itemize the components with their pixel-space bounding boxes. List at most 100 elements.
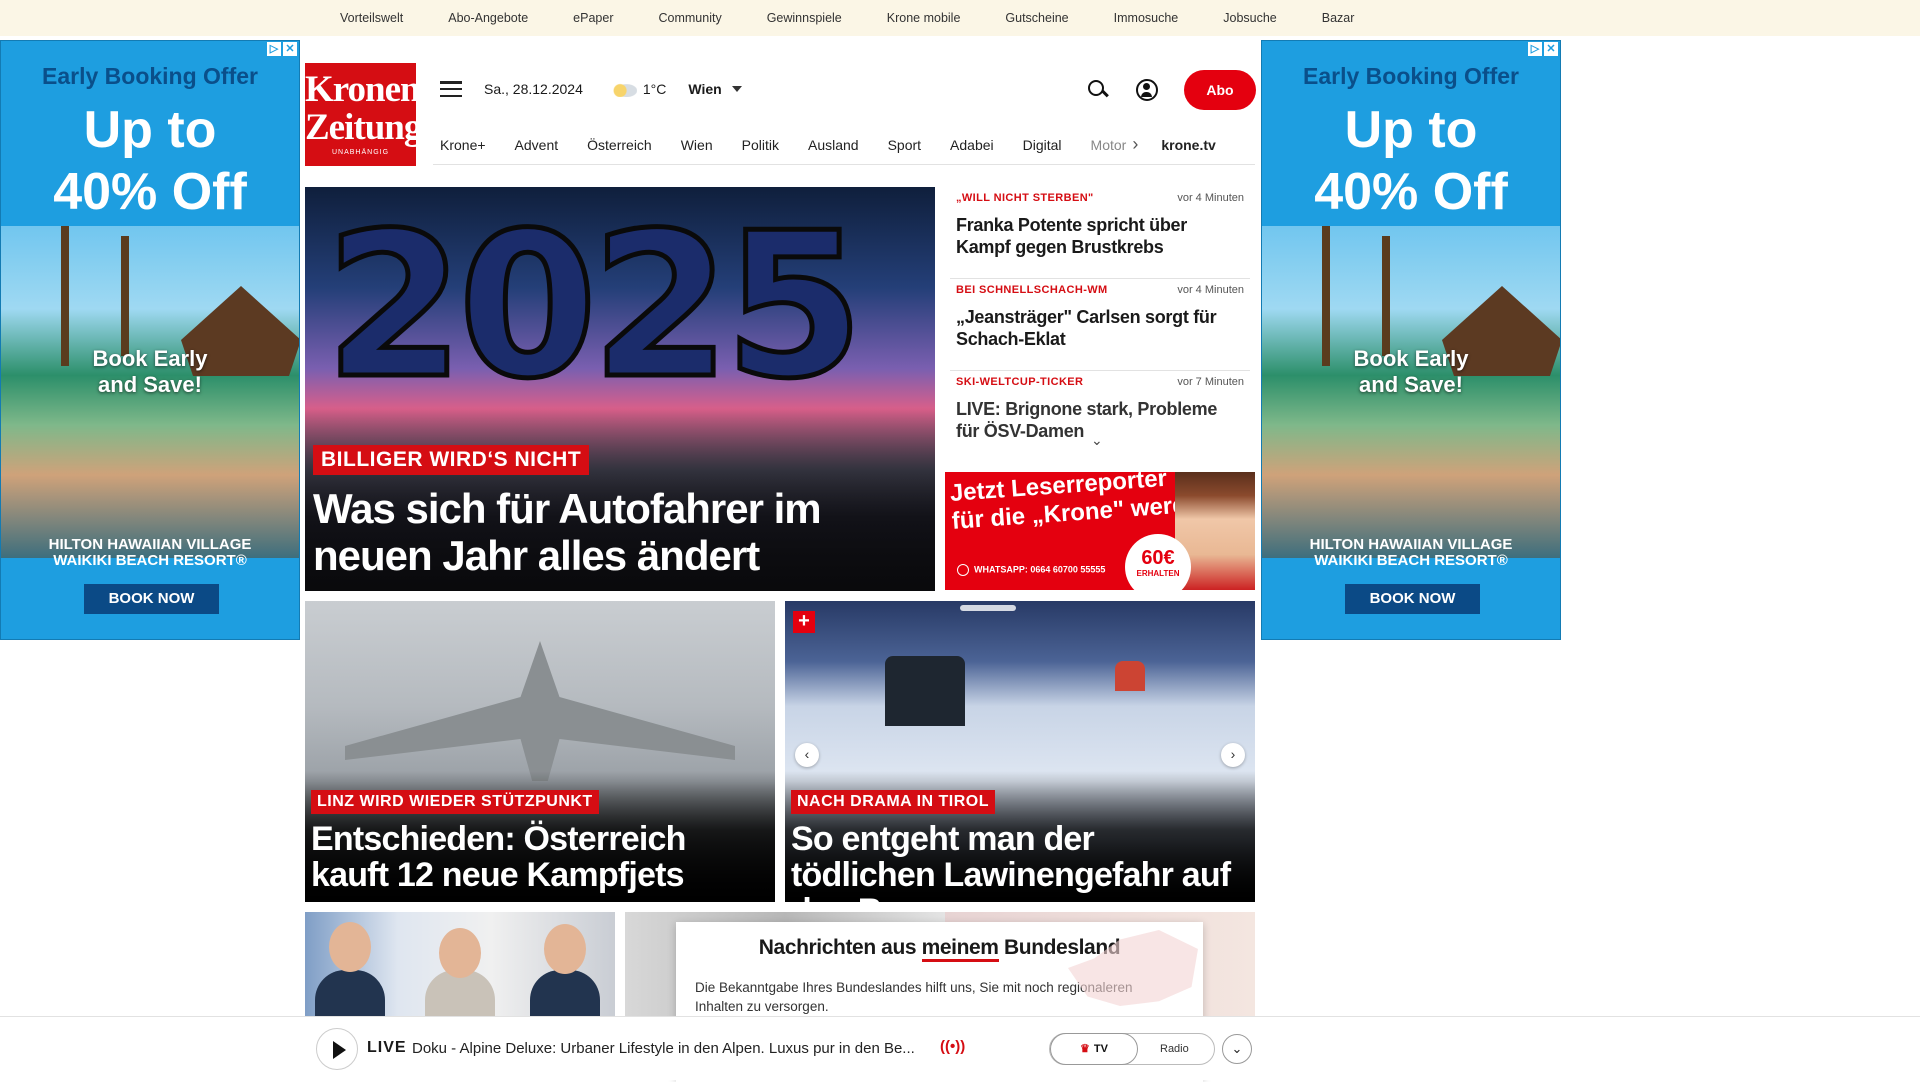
promo-amount-sub: ERHALTEN: [1136, 569, 1180, 578]
main-navigation: Krone+ Advent Österreich Wien Politik Au…: [433, 125, 1255, 165]
ad-close-icon[interactable]: ✕: [283, 42, 297, 56]
ticker-expand-icon[interactable]: ⌄: [1091, 432, 1103, 449]
ad-subline: Book Early and Save!: [1, 346, 299, 398]
nav-item-krone-tv[interactable]: krone.tv: [1161, 137, 1215, 153]
gallery-prev-icon[interactable]: ‹: [795, 743, 819, 767]
search-icon[interactable]: [1088, 80, 1108, 100]
promo-whatsapp-number: WHATSAPP: 0664 60700 55555: [974, 564, 1106, 575]
ad-subline-2: and Save!: [1359, 372, 1463, 397]
ad-subline-2: and Save!: [98, 372, 202, 397]
player-expand-icon[interactable]: ⌄: [1222, 1034, 1252, 1064]
utility-link-epaper[interactable]: ePaper: [573, 11, 613, 25]
card-headline[interactable]: Entschieden: Österreich kauft 12 neue Ka…: [311, 821, 766, 893]
ad-offer-line1: Up to: [1344, 101, 1478, 159]
nav-item-motor[interactable]: Motor: [1091, 137, 1127, 153]
ticker-item[interactable]: BEI SCHNELLSCHACH-WM vor 4 Minuten „Jean…: [950, 279, 1250, 371]
krone-plus-icon: +: [793, 611, 815, 633]
nav-item-oesterreich[interactable]: Österreich: [587, 137, 652, 153]
ad-info-icon[interactable]: ▷: [267, 42, 281, 56]
tv-tab[interactable]: ♛ TV: [1050, 1033, 1138, 1065]
article-card-kampfjets[interactable]: LINZ WIRD WIEDER STÜTZPUNKT Entschieden:…: [305, 601, 775, 902]
ad-skyscraper-left[interactable]: ▷ ✕ Early Booking Offer Up to 40% Off Bo…: [0, 40, 300, 640]
news-ticker: „WILL NICHT STERBEN" vor 4 Minuten Frank…: [950, 187, 1250, 453]
nav-item-ausland[interactable]: Ausland: [808, 137, 859, 153]
ad-choices[interactable]: ▷ ✕: [267, 42, 297, 56]
ticker-headline[interactable]: Franka Potente spricht über Kampf gegen …: [956, 214, 1244, 258]
ad-brand: HILTON HAWAIIAN VILLAGE WAIKIKI BEACH RE…: [1262, 537, 1560, 569]
nav-item-politik[interactable]: Politik: [742, 137, 779, 153]
ad-subline-1: Book Early: [1353, 346, 1469, 371]
utility-link-abo-angebote[interactable]: Abo-Angebote: [448, 11, 528, 25]
article-card-lawinen[interactable]: + ‹ › NACH DRAMA IN TIROL So entgeht man…: [785, 601, 1255, 902]
play-icon[interactable]: [316, 1028, 358, 1070]
temperature: 1°C: [642, 81, 667, 97]
palm-tree: [121, 236, 129, 356]
ad-skyscraper-right[interactable]: ▷ ✕ Early Booking Offer Up to 40% Off Bo…: [1261, 40, 1561, 640]
nav-item-adabei[interactable]: Adabei: [950, 137, 994, 153]
ad-headline: Early Booking Offer: [1303, 63, 1519, 89]
ad-brand-line2: WAIKIKI BEACH RESORT®: [53, 552, 247, 569]
ad-choices[interactable]: ▷ ✕: [1528, 42, 1558, 56]
utility-links: Vorteilswelt Abo-Angebote ePaper Communi…: [340, 0, 1920, 36]
leserreporter-promo[interactable]: Jetzt Leserreporter für die „Krone" werd…: [945, 472, 1255, 590]
ad-brand: HILTON HAWAIIAN VILLAGE WAIKIKI BEACH RE…: [1, 537, 299, 569]
gallery-indicator: [960, 605, 1016, 611]
nav-item-sport[interactable]: Sport: [888, 137, 921, 153]
bundesland-description: Die Bekanntgabe Ihres Bundeslandes hilft…: [695, 980, 1133, 1014]
promo-whatsapp: WHATSAPP: 0664 60700 55555: [957, 564, 1105, 576]
caret-down-icon[interactable]: [731, 86, 742, 92]
radio-tab[interactable]: Radio: [1160, 1034, 1189, 1064]
card-headline[interactable]: So entgeht man der tödlichen Lawinengefa…: [791, 821, 1246, 902]
hero-article[interactable]: 2025 BILLIGER WIRD‘S NICHT Was sich für …: [305, 187, 935, 591]
utility-link-gewinnspiele[interactable]: Gewinnspiele: [767, 11, 842, 25]
ad-info-icon[interactable]: ▷: [1528, 42, 1542, 56]
logo-line1: Kronen: [305, 69, 421, 110]
ad-offer-line1: Up to: [83, 101, 217, 159]
menu-icon[interactable]: [440, 81, 462, 97]
bundesland-title-em: meinem: [921, 936, 999, 962]
hero-headline[interactable]: Was sich für Autofahrer im neuen Jahr al…: [313, 485, 923, 579]
ad-book-now-button[interactable]: BOOK NOW: [1345, 584, 1480, 614]
palm-tree: [1382, 236, 1390, 356]
hero-image-text: 2025: [323, 190, 867, 423]
utility-link-community[interactable]: Community: [658, 11, 721, 25]
utility-link-immosuche[interactable]: Immosuche: [1114, 11, 1179, 25]
rescuers-image: [885, 656, 965, 726]
logo-line2: Zeitung: [305, 107, 422, 148]
ad-offer-line2: 40% Off: [1314, 163, 1508, 221]
person-face: [439, 928, 481, 978]
utility-link-gutscheine[interactable]: Gutscheine: [1005, 11, 1068, 25]
abo-button[interactable]: Abo: [1184, 70, 1256, 110]
palm-tree: [61, 226, 69, 366]
nav-item-advent[interactable]: Advent: [515, 137, 559, 153]
utility-link-jobsuche[interactable]: Jobsuche: [1223, 11, 1277, 25]
utility-link-bazar[interactable]: Bazar: [1322, 11, 1355, 25]
nav-scroll-right-icon[interactable]: ›: [1132, 134, 1138, 155]
rescuer-image: [1115, 661, 1145, 691]
card-kicker: NACH DRAMA IN TIROL: [791, 790, 995, 814]
nav-item-krone-plus[interactable]: Krone+: [440, 137, 486, 153]
city-selector[interactable]: Wien: [688, 81, 721, 97]
person-face: [544, 924, 586, 974]
nav-item-wien[interactable]: Wien: [681, 137, 713, 153]
nav-item-digital[interactable]: Digital: [1023, 137, 1062, 153]
gallery-next-icon[interactable]: ›: [1221, 743, 1245, 767]
person-face: [329, 922, 371, 972]
ticker-headline[interactable]: „Jeansträger" Carlsen sorgt für Schach-E…: [956, 306, 1244, 350]
palm-tree: [1322, 226, 1330, 366]
utility-link-vorteilswelt[interactable]: Vorteilswelt: [340, 11, 403, 25]
bundesland-title-pre: Nachrichten aus: [758, 936, 922, 959]
weather-widget[interactable]: 1°C: [610, 81, 667, 97]
user-account-icon[interactable]: [1136, 79, 1158, 101]
header-info-row: Sa., 28.12.2024 1°C Wien: [440, 71, 742, 107]
tv-radio-toggle[interactable]: ♛ TV Radio: [1049, 1033, 1215, 1065]
promo-amount: 60€: [1141, 547, 1175, 569]
ad-book-now-button[interactable]: BOOK NOW: [84, 584, 219, 614]
ticker-item[interactable]: „WILL NICHT STERBEN" vor 4 Minuten Frank…: [950, 187, 1250, 279]
hero-kicker: BILLIGER WIRD‘S NICHT: [313, 445, 590, 475]
live-show-title[interactable]: Doku - Alpine Deluxe: Urbaner Lifestyle …: [412, 1040, 937, 1057]
ad-close-icon[interactable]: ✕: [1544, 42, 1558, 56]
tv-tab-label: TV: [1093, 1043, 1108, 1055]
utility-link-krone-mobile[interactable]: Krone mobile: [887, 11, 961, 25]
kronen-zeitung-logo[interactable]: Kronen Zeitung UNABHÄNGIG: [305, 63, 422, 166]
